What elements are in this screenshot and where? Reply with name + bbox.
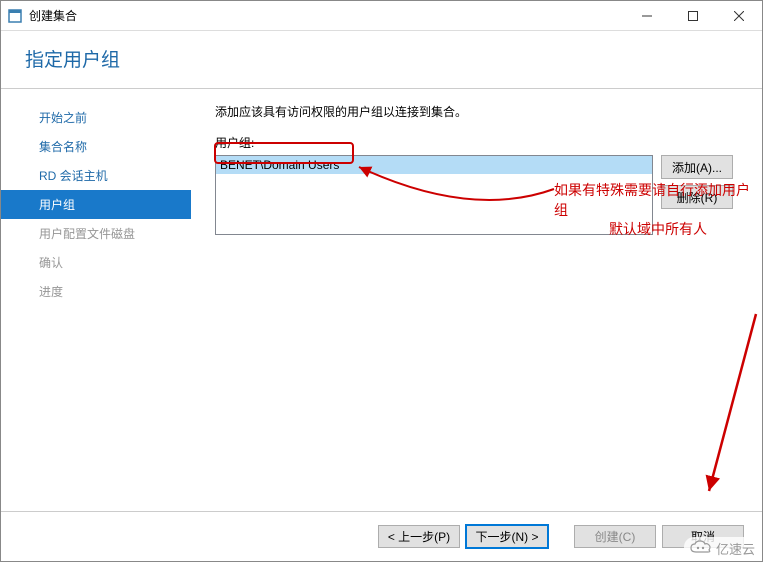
- page-title: 指定用户组: [25, 45, 762, 72]
- step-collection-name[interactable]: 集合名称: [1, 132, 191, 161]
- cloud-icon: [690, 540, 712, 557]
- wizard-body: 开始之前 集合名称 RD 会话主机 用户组 用户配置文件磁盘 确认 进度 添加应…: [1, 89, 762, 511]
- next-button[interactable]: 下一步(N) >: [466, 525, 548, 548]
- previous-button[interactable]: < 上一步(P): [378, 525, 460, 548]
- annotation-line1: 如果有特殊需要请自行添加用户组: [554, 181, 762, 220]
- add-button[interactable]: 添加(A)...: [661, 155, 733, 179]
- watermark: 亿速云: [684, 537, 761, 560]
- minimize-button[interactable]: [624, 1, 670, 31]
- main-panel: 添加应该具有访问权限的用户组以连接到集合。 用户组: BENET\Domain …: [191, 89, 762, 511]
- wizard-footer: < 上一步(P) 下一步(N) > 创建(C) 取消: [1, 511, 762, 561]
- step-user-profile-disks: 用户配置文件磁盘: [1, 219, 191, 248]
- watermark-text: 亿速云: [716, 539, 755, 558]
- step-user-groups[interactable]: 用户组: [1, 190, 191, 219]
- usergroup-label: 用户组:: [215, 134, 748, 151]
- annotation-line2: 默认域中所有人: [554, 220, 762, 240]
- dialog-window: 创建集合 指定用户组 开始之前 集合名称 RD 会话主机 用户组 用户配置文件磁…: [0, 0, 763, 562]
- close-button[interactable]: [716, 1, 762, 31]
- window-title: 创建集合: [29, 7, 624, 24]
- titlebar: 创建集合: [1, 1, 762, 31]
- wizard-header: 指定用户组: [1, 31, 762, 89]
- create-button: 创建(C): [574, 525, 656, 548]
- annotation-text: 如果有特殊需要请自行添加用户组 默认域中所有人: [554, 181, 762, 240]
- app-icon: [7, 8, 23, 24]
- step-progress: 进度: [1, 277, 191, 306]
- maximize-button[interactable]: [670, 1, 716, 31]
- window-controls: [624, 1, 762, 30]
- user-group-item[interactable]: BENET\Domain Users: [216, 156, 652, 174]
- step-rd-session-host[interactable]: RD 会话主机: [1, 161, 191, 190]
- instruction-text: 添加应该具有访问权限的用户组以连接到集合。: [215, 103, 748, 120]
- step-confirmation: 确认: [1, 248, 191, 277]
- step-before-begin[interactable]: 开始之前: [1, 103, 191, 132]
- step-sidebar: 开始之前 集合名称 RD 会话主机 用户组 用户配置文件磁盘 确认 进度: [1, 89, 191, 511]
- annotation-arrow-next-icon: [701, 309, 761, 499]
